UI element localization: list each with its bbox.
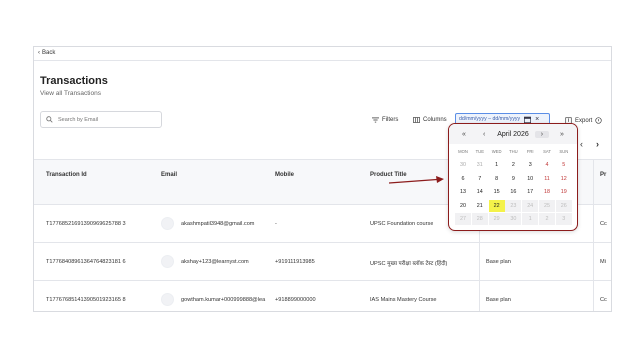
email-cell: akashmpatil3948@gmail.com: [181, 221, 255, 227]
columns-label: Columns: [423, 117, 447, 123]
calendar-day[interactable]: 27: [455, 213, 471, 225]
calendar-day[interactable]: 30: [505, 213, 522, 225]
transaction-id-cell: T17767685141390501923165 8: [46, 297, 126, 303]
calendar-day[interactable]: 3: [555, 213, 572, 225]
calendar-day[interactable]: 12: [556, 173, 572, 185]
product-title-cell: UPSC Foundation course: [370, 221, 434, 227]
transaction-id-cell: T17768408961364764823181 6: [46, 259, 126, 265]
calendar-day[interactable]: 14: [472, 186, 488, 198]
column-header-pr[interactable]: Pr: [600, 172, 606, 178]
calendar-day[interactable]: 22: [488, 199, 505, 212]
next-month-button[interactable]: ›: [534, 130, 549, 138]
column-divider: [593, 159, 594, 311]
first-month-button[interactable]: «: [457, 131, 471, 138]
weekday-label: TUE: [475, 149, 484, 154]
calendar-day[interactable]: 19: [556, 186, 572, 198]
calendar-day[interactable]: 4: [539, 159, 555, 171]
last-month-button[interactable]: »: [555, 131, 569, 138]
annotation-arrow-icon: [389, 176, 444, 184]
email-cell: akshay+123@learnyst.com: [181, 259, 249, 265]
calendar-day[interactable]: 9: [505, 173, 521, 185]
product-title-cell: IAS Mains Mastery Course: [370, 297, 437, 303]
search-box[interactable]: [40, 111, 162, 128]
calendar-day[interactable]: 7: [472, 173, 488, 185]
calendar-day[interactable]: 2: [539, 213, 555, 225]
column-header-email[interactable]: Email: [161, 172, 177, 178]
columns-icon: [413, 117, 420, 123]
pager-prev-button[interactable]: ‹: [580, 139, 583, 149]
calendar-day[interactable]: 29: [488, 213, 505, 225]
avatar: [161, 217, 174, 230]
calendar-day[interactable]: 1: [489, 159, 505, 171]
plan-cell: Base plan: [486, 259, 511, 265]
calendar-day[interactable]: 20: [455, 200, 471, 212]
calendar-day[interactable]: 30: [455, 159, 471, 171]
header-divider: [34, 60, 611, 61]
calendar-day[interactable]: 26: [555, 199, 572, 212]
transaction-id-cell: T17768521691390969625788 3: [46, 221, 126, 227]
mobile-cell: +919111913985: [275, 259, 315, 265]
calendar-day[interactable]: 25: [539, 199, 555, 212]
calendar-day[interactable]: 13: [455, 186, 471, 198]
calendar-icon: [524, 116, 532, 123]
mobile-cell: +918899000000: [275, 297, 316, 303]
back-button[interactable]: ‹ Back: [38, 50, 55, 56]
weekday-label: MON: [458, 149, 468, 154]
pr-cell: Cc: [600, 297, 607, 303]
calendar-day[interactable]: 16: [505, 186, 521, 198]
info-circle-icon: [595, 117, 602, 124]
product-title-cell: UPSC मुख्य परीक्षा ब्लॉक टेस्ट (हिंदी): [370, 261, 448, 267]
pager-next-button[interactable]: ›: [596, 139, 599, 149]
calendar-header: « ‹ April 2026 › »: [449, 124, 577, 144]
calendar-day[interactable]: 5: [556, 159, 572, 171]
columns-button[interactable]: Columns: [413, 117, 447, 123]
avatar: [161, 255, 174, 268]
page-subtitle: View all Transactions: [40, 90, 101, 97]
page-title: Transactions: [40, 75, 108, 87]
export-label: Export: [575, 117, 593, 124]
calendar-day[interactable]: 1: [522, 213, 539, 225]
calendar-day[interactable]: 23: [505, 199, 522, 212]
date-range-value: dd/mm/yyyy – dd/mm/yyyy: [459, 116, 521, 122]
back-label: Back: [42, 50, 56, 56]
calendar-day[interactable]: 8: [489, 173, 505, 185]
filter-icon: [372, 117, 379, 123]
calendar-day[interactable]: 11: [539, 173, 555, 185]
pr-cell: Cc: [600, 221, 607, 227]
date-picker-popup[interactable]: « ‹ April 2026 › » MON TUE WED THU FRI SAT SUN…: [448, 123, 578, 231]
calendar-day[interactable]: 17: [522, 186, 538, 198]
weekday-label: THU: [509, 149, 518, 154]
weekday-label: WED: [491, 149, 502, 154]
calendar-day[interactable]: 31: [472, 159, 488, 171]
mobile-cell: -: [275, 221, 277, 227]
avatar: [161, 293, 174, 306]
weekday-label: SUN: [559, 149, 569, 154]
column-header-transaction-id[interactable]: Transaction Id: [46, 172, 87, 178]
calendar-day[interactable]: 24: [522, 199, 539, 212]
filters-button[interactable]: Filters: [372, 117, 398, 123]
table-row[interactable]: T17768408961364764823181 6 akshay+123@le…: [34, 243, 611, 281]
plan-cell: Base plan: [486, 297, 511, 303]
weekday-label: SAT: [543, 149, 551, 154]
calendar-day[interactable]: 3: [522, 159, 538, 171]
prev-month-button[interactable]: ‹: [477, 131, 491, 138]
table-row[interactable]: T17767685141390501923165 8 gowtham.kumar…: [34, 281, 611, 311]
calendar-day[interactable]: 6: [455, 173, 471, 185]
weekday-label: FRI: [526, 149, 534, 154]
pr-cell: Mi: [600, 259, 606, 265]
calendar-day[interactable]: 2: [505, 159, 521, 171]
calendar-day[interactable]: 10: [522, 173, 538, 185]
filters-label: Filters: [382, 117, 399, 123]
search-icon: [46, 116, 53, 123]
email-cell: gowtham.kumar+000999888@lea: [181, 297, 266, 303]
search-input[interactable]: [58, 116, 153, 123]
clear-date-icon[interactable]: ×: [535, 116, 539, 123]
column-header-mobile[interactable]: Mobile: [275, 172, 294, 178]
calendar-day[interactable]: 21: [472, 200, 488, 212]
chevron-left-icon: ‹: [38, 50, 40, 56]
calendar-day[interactable]: 18: [539, 186, 555, 198]
calendar-day[interactable]: 15: [489, 186, 505, 198]
calendar-month-label: April 2026: [497, 130, 529, 138]
calendar-day[interactable]: 28: [471, 213, 488, 225]
